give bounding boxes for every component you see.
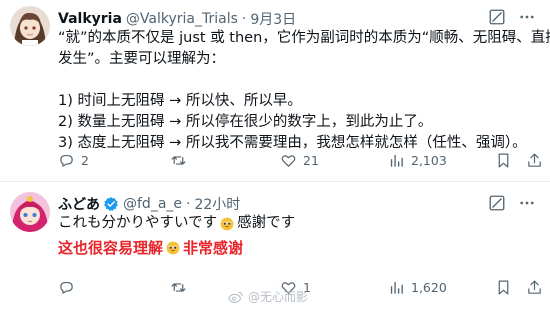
tweet-text-part: 感謝です	[237, 215, 296, 231]
pleading-face-emoji-icon	[166, 241, 180, 255]
watermark-text: @无心而影	[248, 290, 309, 304]
avatar[interactable]	[10, 6, 50, 46]
tweet-text-part: これも分かりやすいです	[58, 215, 218, 231]
display-name[interactable]: Valkyria	[58, 11, 122, 27]
reply-button[interactable]	[58, 277, 81, 297]
tweet-text-line: “就”的本质不仅是 just 或 then，它作为副词时的本质为“顺畅、无阻碍、…	[58, 30, 550, 46]
post-time[interactable]: 9月3日	[250, 9, 296, 29]
tweet-text-line: 1) 时间上无阻碍 → 所以快、所以早。	[58, 93, 302, 109]
display-name[interactable]: ふどあ	[58, 194, 100, 214]
views-chart-icon	[390, 281, 403, 294]
like-button[interactable]: 21	[280, 150, 319, 170]
weibo-watermark: @无心而影	[228, 288, 308, 305]
tweet-original: Valkyria @Valkyria_Trials · 9月3日 “就”的本质不…	[0, 0, 550, 182]
translation-overlay: 这也很容易理解 非常感谢	[58, 237, 243, 259]
more-options-icon[interactable]	[518, 8, 536, 26]
tweet-text-line: 2) 数量上无阻碍 → 所以停在很少的数字上，到此为止了。	[58, 114, 433, 130]
views-button[interactable]: 1,620	[388, 277, 447, 297]
pleading-face-emoji-icon	[220, 217, 234, 230]
header-separator: ·	[241, 11, 247, 27]
view-count: 2,103	[411, 152, 447, 168]
bookmark-icon	[498, 153, 509, 167]
views-button[interactable]: 2,103	[388, 150, 447, 170]
weibo-logo-icon	[228, 291, 243, 303]
tweet-text-line: 发生”。主要可以理解为：	[58, 51, 226, 67]
views-chart-icon	[390, 154, 403, 167]
share-icon	[528, 153, 541, 167]
tweet-header: Valkyria @Valkyria_Trials · 9月3日	[58, 9, 296, 29]
share-button[interactable]	[526, 150, 543, 170]
retweet-button[interactable]	[170, 277, 193, 297]
more-options-icon[interactable]	[518, 194, 536, 212]
heart-icon	[281, 154, 296, 167]
bookmark-icon	[498, 280, 509, 294]
bookmark-button[interactable]	[495, 150, 512, 170]
translation-text-part: 非常感谢	[183, 239, 244, 257]
tweet-header: ふどあ @fd_a_e · 22小时	[58, 194, 240, 214]
reply-count: 2	[81, 152, 89, 168]
bookmark-button[interactable]	[495, 277, 512, 297]
verified-badge-icon	[104, 197, 118, 212]
user-handle[interactable]: @fd_a_e	[123, 196, 182, 212]
reply-button[interactable]: 2	[58, 150, 89, 170]
translation-text-part: 这也很容易理解	[58, 239, 164, 257]
grok-icon[interactable]	[488, 8, 506, 26]
user-handle[interactable]: @Valkyria_Trials	[126, 11, 238, 27]
avatar[interactable]	[10, 192, 50, 232]
reply-icon	[60, 281, 73, 294]
tweet-text: “就”的本质不仅是 just 或 then，它作为副词时的本质为“顺畅、无阻碍、…	[58, 28, 550, 154]
action-bar: 2 21 2,103	[58, 150, 548, 170]
retweet-icon	[171, 155, 186, 165]
post-time[interactable]: 22小时	[194, 194, 240, 214]
tweet-text: これも分かりやすいです 感謝です	[58, 213, 295, 234]
retweet-icon	[171, 282, 186, 292]
like-count: 21	[303, 152, 319, 168]
grok-icon[interactable]	[488, 194, 506, 212]
view-count: 1,620	[411, 279, 447, 295]
tweet-text-line	[58, 70, 538, 91]
share-icon	[528, 280, 541, 294]
retweet-button[interactable]	[170, 150, 193, 170]
share-button[interactable]	[526, 277, 543, 297]
header-separator: ·	[186, 196, 191, 212]
reply-icon	[60, 154, 73, 167]
